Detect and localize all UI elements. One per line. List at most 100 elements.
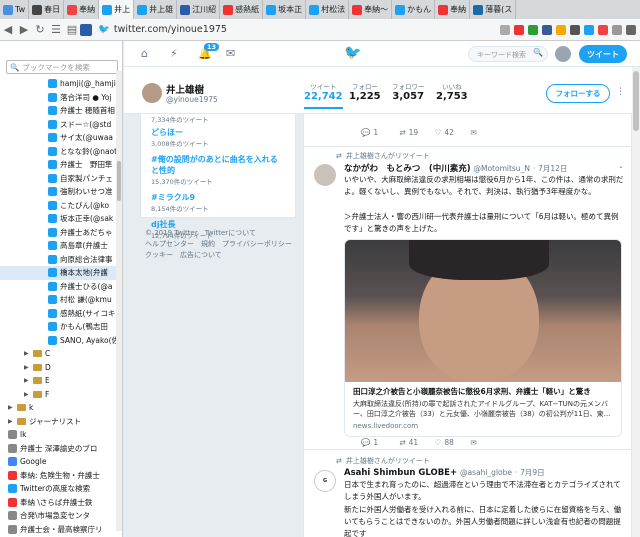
profile-stat[interactable]: いいね 2,753 xyxy=(436,81,468,107)
tab[interactable]: Tw xyxy=(0,0,30,19)
globe-avatar-icon[interactable]: G xyxy=(314,470,336,492)
tab[interactable]: 坂本正 xyxy=(263,0,307,19)
ext-icon[interactable] xyxy=(528,24,538,35)
mail-icon[interactable]: ✉ xyxy=(470,128,476,137)
bookmark-item[interactable]: 向原総合法律事 xyxy=(0,253,122,267)
tab[interactable]: かもん xyxy=(392,0,436,19)
tweet-avatar[interactable] xyxy=(314,164,336,186)
reply-icon[interactable]: 💬 xyxy=(361,128,370,137)
retweet-icon[interactable]: ⇄ xyxy=(399,438,405,447)
tweet[interactable]: ⇄ 井上雄樹さんがリツイート G Asahi Shimbun GLOBE+ @a… xyxy=(304,454,631,537)
ext-icon[interactable] xyxy=(542,24,552,35)
bookmark-item[interactable]: スドー☆(@std xyxy=(0,118,122,132)
bookmark-item[interactable]: 弁護士 深澤諭史のブロ xyxy=(0,442,122,456)
tweet-author-handle[interactable]: @Motomitsu_N xyxy=(473,164,529,173)
twitter-search-icon[interactable]: 🔍 xyxy=(533,48,543,57)
bookmark-item[interactable]: 橋本太地(弁護 xyxy=(0,266,122,280)
bookmark-folder[interactable]: ▶ E xyxy=(0,374,122,388)
reload-icon[interactable]: ↻ xyxy=(32,22,48,38)
like-icon[interactable]: ♡ xyxy=(435,128,442,137)
bookmark-item[interactable]: 奉納 \さらば弁護士鉄 xyxy=(0,496,122,510)
sidebar-scrollbar[interactable] xyxy=(116,71,122,531)
bookmark-item[interactable]: 自家製パンチェ xyxy=(0,172,122,186)
bookmark-toggle-icon[interactable]: ☰ xyxy=(48,22,64,38)
tweet-author-name[interactable]: なかがわ もとみつ (中川素充) xyxy=(344,164,471,174)
tab[interactable]: 奉納 xyxy=(435,0,471,19)
ext-icon[interactable] xyxy=(500,24,510,35)
link-card[interactable]: 田口淳之介被告と小嶺麗奈被告に懲役6月求刑、弁護士「軽い」と驚き 大麻取締法違反… xyxy=(344,239,622,437)
bookmark-item[interactable]: 坂本正幸(@sak xyxy=(0,212,122,226)
moments-icon[interactable]: ⚡ xyxy=(170,47,178,60)
tab[interactable]: 江川紹 xyxy=(177,0,221,19)
bookmark-item[interactable]: 感熱紙(サイコキ xyxy=(0,307,122,321)
tweet[interactable]: 💬 1 ⇄ 19 ♡ 42 ✉ xyxy=(304,114,631,147)
bookmark-item[interactable]: サイ太(@uwaa xyxy=(0,131,122,145)
expand-icon[interactable]: ▶ xyxy=(8,418,15,425)
twitter-logo-icon[interactable]: 🐦 xyxy=(344,45,361,61)
ext-icon[interactable] xyxy=(570,24,580,35)
tweet-button[interactable]: ツイート xyxy=(579,45,627,63)
footer-line[interactable]: クッキー 広告について xyxy=(145,250,295,261)
bookmark-item[interactable]: 強制わいせつ准 xyxy=(0,185,122,199)
account-avatar[interactable] xyxy=(555,46,571,62)
tab[interactable]: 春日 xyxy=(29,0,65,19)
expand-icon[interactable]: ▶ xyxy=(24,377,31,384)
retweeted-by[interactable]: 井上雄樹さんがリツイート xyxy=(346,151,430,161)
messages-icon[interactable]: ✉ xyxy=(226,47,235,60)
bookmark-folder[interactable]: ▶ k xyxy=(0,401,122,415)
mail-icon[interactable]: ✉ xyxy=(470,438,476,447)
tab[interactable]: 村松法 xyxy=(306,0,350,19)
expand-icon[interactable]: ▶ xyxy=(8,404,15,411)
chevron-down-icon[interactable]: ⌄ xyxy=(618,162,624,170)
bookmark-folder[interactable]: ▶ D xyxy=(0,361,122,375)
tab[interactable]: 井上雄 xyxy=(134,0,178,19)
bookmark-item[interactable]: 弁護士会・最高検察庁リ xyxy=(0,523,122,537)
bookmark-item[interactable]: Twitterの高度な検索 xyxy=(0,482,122,496)
bookmark-item[interactable]: lk xyxy=(0,428,122,442)
bookmark-item[interactable]: 弁護士あだちゃ xyxy=(0,226,122,240)
ext-icon[interactable] xyxy=(598,24,608,35)
bookmark-item[interactable]: となな鈴(@naot xyxy=(0,145,122,159)
retweeted-by[interactable]: 井上雄樹さんがリツイート xyxy=(346,456,430,466)
menu-icon[interactable] xyxy=(626,24,636,35)
footer-line[interactable]: © 2019 Twitter Twitterについて xyxy=(145,228,295,239)
page-icon[interactable]: ▤ xyxy=(64,22,80,38)
trend-item[interactable]: #ミラクル9 8,154件のツイート xyxy=(141,189,295,216)
page-scrollbar[interactable] xyxy=(632,67,640,537)
tab[interactable]: 井上 xyxy=(99,0,135,19)
tab[interactable]: 感熱紙 xyxy=(220,0,264,19)
profile-stat[interactable]: フォロワー 3,057 xyxy=(392,81,425,107)
home-icon[interactable]: ⌂ xyxy=(141,47,148,60)
expand-icon[interactable]: ▶ xyxy=(24,391,31,398)
ext-icon[interactable] xyxy=(612,24,622,35)
bookmark-item[interactable]: こたびん(@ko xyxy=(0,199,122,213)
more-options-icon[interactable]: ⋮ xyxy=(616,87,625,97)
tweet-date[interactable]: 7月9日 xyxy=(520,468,545,477)
tweet-author-name[interactable]: Asahi Shimbun GLOBE+ xyxy=(344,468,457,478)
profile-stat[interactable]: フォロー 1,225 xyxy=(349,81,381,107)
ext-icon[interactable] xyxy=(556,24,566,35)
like-icon[interactable]: ♡ xyxy=(435,438,442,447)
tab[interactable]: 奉納〜 xyxy=(349,0,393,19)
profile-handle[interactable]: @yinoue1975 xyxy=(166,95,218,104)
follow-button[interactable]: フォローする xyxy=(546,84,610,103)
expand-icon[interactable]: ▶ xyxy=(24,350,31,357)
bookmark-item[interactable]: 弁護士ひる(@a xyxy=(0,280,122,294)
tab[interactable]: 薄暮(ス xyxy=(470,0,517,19)
bookmark-item[interactable]: 弁護士 野田隼 xyxy=(0,158,122,172)
scrollbar-thumb[interactable] xyxy=(117,161,121,201)
bookmark-folder[interactable]: ▶ C xyxy=(0,347,122,361)
bookmark-item[interactable]: 合発\市場急変センタ xyxy=(0,509,122,523)
profile-stat[interactable]: ツイート 22,742 xyxy=(304,81,343,109)
expand-icon[interactable]: ▶ xyxy=(24,364,31,371)
bookmark-item[interactable]: 高島章(弁護士 xyxy=(0,239,122,253)
bookmark-item[interactable]: 奉納: 危険生物・弁護士 xyxy=(0,469,122,483)
tweet-author-handle[interactable]: @asahi_globe xyxy=(460,468,512,477)
facebook-icon[interactable] xyxy=(80,23,92,36)
bookmark-item[interactable]: SANO, Ayako(佐 xyxy=(0,334,122,348)
retweet-icon[interactable]: ⇄ xyxy=(399,128,405,137)
bookmark-item[interactable]: hamji(@_hamji) xyxy=(0,77,122,91)
trend-item[interactable]: どらほー 3,008件のツイート xyxy=(141,124,295,151)
trend-item[interactable]: #俺の設問がのあとに曲名を入れると性的 15,370件のツイート xyxy=(141,151,295,189)
profile-name[interactable]: 井上雄樹 xyxy=(166,82,204,96)
